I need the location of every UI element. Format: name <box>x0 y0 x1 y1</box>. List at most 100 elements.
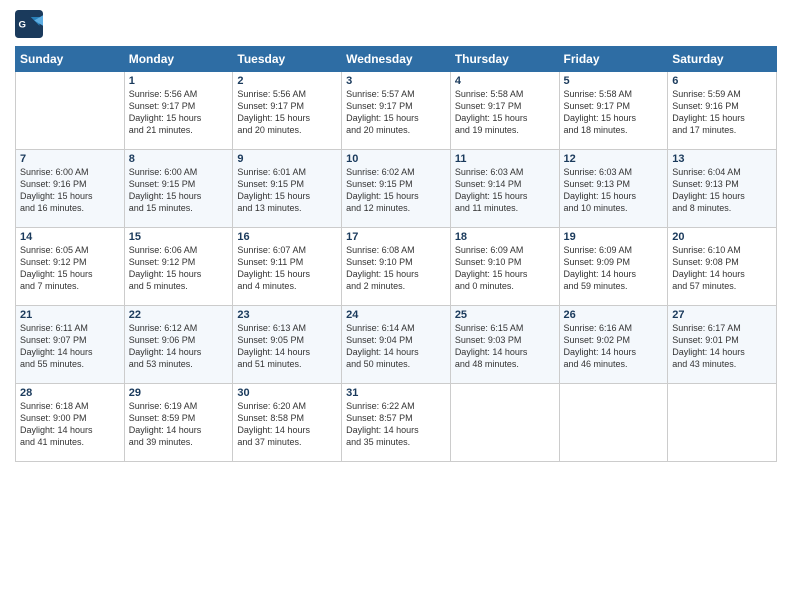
day-info: Sunrise: 5:58 AM Sunset: 9:17 PM Dayligh… <box>564 88 664 137</box>
day-cell: 5Sunrise: 5:58 AM Sunset: 9:17 PM Daylig… <box>559 72 668 150</box>
week-row-4: 21Sunrise: 6:11 AM Sunset: 9:07 PM Dayli… <box>16 306 777 384</box>
day-cell: 20Sunrise: 6:10 AM Sunset: 9:08 PM Dayli… <box>668 228 777 306</box>
day-number: 18 <box>455 231 555 243</box>
day-cell <box>559 384 668 462</box>
day-number: 12 <box>564 153 664 165</box>
day-cell: 28Sunrise: 6:18 AM Sunset: 9:00 PM Dayli… <box>16 384 125 462</box>
week-row-1: 1 Sunrise: 5:56 AM Sunset: 9:17 PM Daylig… <box>16 72 777 150</box>
day-info: Sunrise: 6:13 AM Sunset: 9:05 PM Dayligh… <box>237 322 337 371</box>
day-number: 14 <box>20 231 120 243</box>
day-cell: 3Sunrise: 5:57 AM Sunset: 9:17 PM Daylig… <box>342 72 451 150</box>
day-number: 28 <box>20 387 120 399</box>
day-number: 8 <box>129 153 229 165</box>
day-cell: 23Sunrise: 6:13 AM Sunset: 9:05 PM Dayli… <box>233 306 342 384</box>
day-info: Sunrise: 5:56 AM Sunset: 9:17 PM Dayligh… <box>237 88 337 137</box>
day-cell: 30Sunrise: 6:20 AM Sunset: 8:58 PM Dayli… <box>233 384 342 462</box>
day-number: 11 <box>455 153 555 165</box>
day-info: Sunrise: 6:03 AM Sunset: 9:13 PM Dayligh… <box>564 166 664 215</box>
day-info: Sunrise: 6:05 AM Sunset: 9:12 PM Dayligh… <box>20 244 120 293</box>
day-number: 15 <box>129 231 229 243</box>
col-header-friday: Friday <box>559 47 668 72</box>
day-number: 4 <box>455 75 555 87</box>
day-cell: 11Sunrise: 6:03 AM Sunset: 9:14 PM Dayli… <box>450 150 559 228</box>
day-info: Sunrise: 5:57 AM Sunset: 9:17 PM Dayligh… <box>346 88 446 137</box>
logo-icon: G <box>15 10 43 38</box>
day-info: Sunrise: 6:07 AM Sunset: 9:11 PM Dayligh… <box>237 244 337 293</box>
day-info: Sunrise: 6:03 AM Sunset: 9:14 PM Dayligh… <box>455 166 555 215</box>
day-cell: 21Sunrise: 6:11 AM Sunset: 9:07 PM Dayli… <box>16 306 125 384</box>
day-number: 19 <box>564 231 664 243</box>
day-cell: 24Sunrise: 6:14 AM Sunset: 9:04 PM Dayli… <box>342 306 451 384</box>
day-cell: 6Sunrise: 5:59 AM Sunset: 9:16 PM Daylig… <box>668 72 777 150</box>
day-info: Sunrise: 6:04 AM Sunset: 9:13 PM Dayligh… <box>672 166 772 215</box>
day-number: 21 <box>20 309 120 321</box>
page: G SundayMondayTuesdayWednesdayThursdayFr… <box>0 0 792 472</box>
day-number: 13 <box>672 153 772 165</box>
day-number: 2 <box>237 75 337 87</box>
day-cell: 16Sunrise: 6:07 AM Sunset: 9:11 PM Dayli… <box>233 228 342 306</box>
day-info: Sunrise: 6:18 AM Sunset: 9:00 PM Dayligh… <box>20 400 120 449</box>
day-cell: 29Sunrise: 6:19 AM Sunset: 8:59 PM Dayli… <box>124 384 233 462</box>
day-cell: 18Sunrise: 6:09 AM Sunset: 9:10 PM Dayli… <box>450 228 559 306</box>
day-number: 24 <box>346 309 446 321</box>
day-info: Sunrise: 6:16 AM Sunset: 9:02 PM Dayligh… <box>564 322 664 371</box>
day-number: 27 <box>672 309 772 321</box>
day-cell: 12Sunrise: 6:03 AM Sunset: 9:13 PM Dayli… <box>559 150 668 228</box>
day-cell: 8Sunrise: 6:00 AM Sunset: 9:15 PM Daylig… <box>124 150 233 228</box>
day-cell: 25Sunrise: 6:15 AM Sunset: 9:03 PM Dayli… <box>450 306 559 384</box>
day-info: Sunrise: 6:00 AM Sunset: 9:15 PM Dayligh… <box>129 166 229 215</box>
week-row-5: 28Sunrise: 6:18 AM Sunset: 9:00 PM Dayli… <box>16 384 777 462</box>
day-info: Sunrise: 6:02 AM Sunset: 9:15 PM Dayligh… <box>346 166 446 215</box>
day-info: Sunrise: 6:15 AM Sunset: 9:03 PM Dayligh… <box>455 322 555 371</box>
day-info: Sunrise: 6:17 AM Sunset: 9:01 PM Dayligh… <box>672 322 772 371</box>
day-info: Sunrise: 6:01 AM Sunset: 9:15 PM Dayligh… <box>237 166 337 215</box>
day-cell <box>668 384 777 462</box>
day-cell: 13Sunrise: 6:04 AM Sunset: 9:13 PM Dayli… <box>668 150 777 228</box>
day-number: 3 <box>346 75 446 87</box>
day-info: Sunrise: 6:10 AM Sunset: 9:08 PM Dayligh… <box>672 244 772 293</box>
day-cell <box>16 72 125 150</box>
day-cell: 2Sunrise: 5:56 AM Sunset: 9:17 PM Daylig… <box>233 72 342 150</box>
day-number: 5 <box>564 75 664 87</box>
day-info: Sunrise: 6:06 AM Sunset: 9:12 PM Dayligh… <box>129 244 229 293</box>
calendar-table: SundayMondayTuesdayWednesdayThursdayFrid… <box>15 46 777 462</box>
day-info: Sunrise: 6:08 AM Sunset: 9:10 PM Dayligh… <box>346 244 446 293</box>
col-header-tuesday: Tuesday <box>233 47 342 72</box>
day-cell: 9Sunrise: 6:01 AM Sunset: 9:15 PM Daylig… <box>233 150 342 228</box>
day-info: Sunrise: 6:22 AM Sunset: 8:57 PM Dayligh… <box>346 400 446 449</box>
day-cell: 1Sunrise: 5:56 AM Sunset: 9:17 PM Daylig… <box>124 72 233 150</box>
day-info: Sunrise: 5:59 AM Sunset: 9:16 PM Dayligh… <box>672 88 772 137</box>
day-cell: 17Sunrise: 6:08 AM Sunset: 9:10 PM Dayli… <box>342 228 451 306</box>
day-number: 7 <box>20 153 120 165</box>
day-number: 20 <box>672 231 772 243</box>
day-cell: 10Sunrise: 6:02 AM Sunset: 9:15 PM Dayli… <box>342 150 451 228</box>
day-cell: 19Sunrise: 6:09 AM Sunset: 9:09 PM Dayli… <box>559 228 668 306</box>
day-number: 30 <box>237 387 337 399</box>
col-header-monday: Monday <box>124 47 233 72</box>
day-cell: 4Sunrise: 5:58 AM Sunset: 9:17 PM Daylig… <box>450 72 559 150</box>
day-number: 16 <box>237 231 337 243</box>
logo: G <box>15 10 47 38</box>
day-number: 1 <box>129 75 229 87</box>
day-cell: 26Sunrise: 6:16 AM Sunset: 9:02 PM Dayli… <box>559 306 668 384</box>
day-info: Sunrise: 6:20 AM Sunset: 8:58 PM Dayligh… <box>237 400 337 449</box>
day-number: 31 <box>346 387 446 399</box>
day-cell: 7Sunrise: 6:00 AM Sunset: 9:16 PM Daylig… <box>16 150 125 228</box>
col-header-wednesday: Wednesday <box>342 47 451 72</box>
header: G <box>15 10 777 38</box>
day-info: Sunrise: 6:12 AM Sunset: 9:06 PM Dayligh… <box>129 322 229 371</box>
day-info: Sunrise: 6:00 AM Sunset: 9:16 PM Dayligh… <box>20 166 120 215</box>
day-number: 26 <box>564 309 664 321</box>
day-info: Sunrise: 6:14 AM Sunset: 9:04 PM Dayligh… <box>346 322 446 371</box>
col-header-saturday: Saturday <box>668 47 777 72</box>
day-number: 6 <box>672 75 772 87</box>
day-info: Sunrise: 5:58 AM Sunset: 9:17 PM Dayligh… <box>455 88 555 137</box>
day-cell: 31Sunrise: 6:22 AM Sunset: 8:57 PM Dayli… <box>342 384 451 462</box>
day-number: 9 <box>237 153 337 165</box>
week-row-3: 14Sunrise: 6:05 AM Sunset: 9:12 PM Dayli… <box>16 228 777 306</box>
day-number: 25 <box>455 309 555 321</box>
day-number: 22 <box>129 309 229 321</box>
day-number: 23 <box>237 309 337 321</box>
day-info: Sunrise: 6:19 AM Sunset: 8:59 PM Dayligh… <box>129 400 229 449</box>
day-info: Sunrise: 6:09 AM Sunset: 9:09 PM Dayligh… <box>564 244 664 293</box>
